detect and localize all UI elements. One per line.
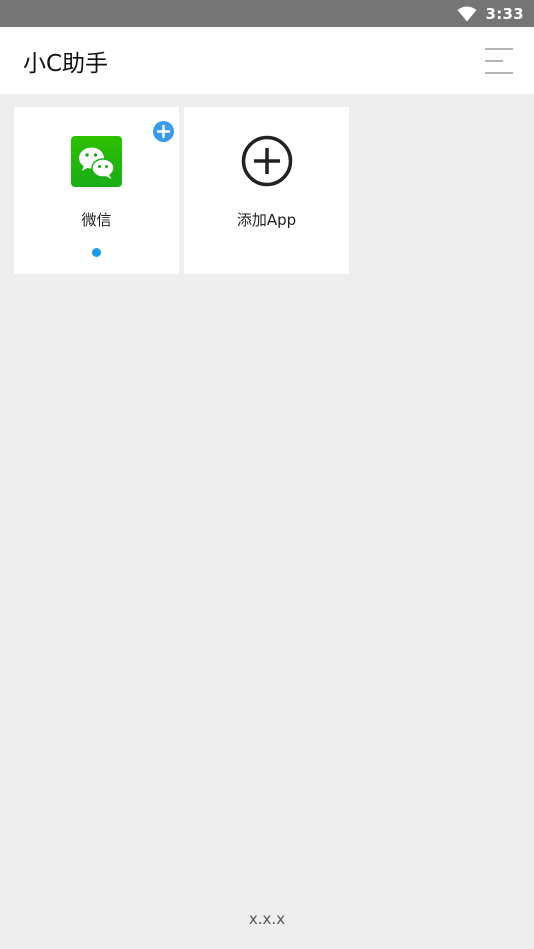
- status-bar: 3:33: [0, 0, 534, 27]
- app-label-wechat: 微信: [81, 211, 112, 229]
- app-tile-wechat[interactable]: 微信: [14, 107, 179, 274]
- active-indicator-dot: [92, 248, 101, 257]
- app-bar: 小C助手: [0, 27, 534, 94]
- page-title: 小C助手: [23, 50, 109, 77]
- menu-button[interactable]: [484, 46, 514, 76]
- status-time: 3:33: [485, 4, 524, 23]
- add-circle-outline-icon: [241, 135, 292, 187]
- wechat-icon: [71, 135, 122, 187]
- wifi-icon: [457, 6, 477, 21]
- add-app-label: 添加App: [236, 211, 297, 229]
- add-app-tile[interactable]: 添加App: [184, 107, 349, 274]
- version-label: x.x.x: [248, 910, 286, 928]
- menu-icon: [485, 47, 513, 74]
- app-grid: 微信 添加App: [14, 107, 349, 274]
- add-circle-icon[interactable]: [153, 121, 174, 142]
